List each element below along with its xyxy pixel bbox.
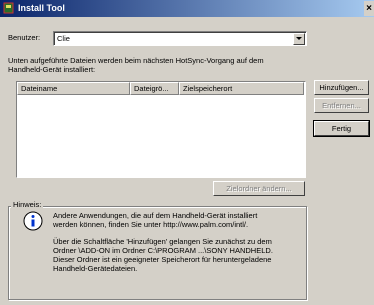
info-icon — [23, 211, 43, 231]
hint-p2-line-1: Über die Schaltfläche 'Hinzufügen' gelan… — [53, 237, 272, 246]
column-header-filename[interactable]: Dateiname — [17, 82, 130, 95]
done-button[interactable]: Fertig — [313, 120, 370, 137]
user-combobox[interactable]: Clie — [53, 31, 307, 46]
instruction-line-2: Handheld-Gerät installiert: — [8, 65, 96, 74]
add-button-label: Hinzufügen... — [319, 83, 364, 92]
column-header-target[interactable]: Zielspeicherort — [179, 82, 304, 95]
remove-button[interactable]: Entfernen... — [314, 98, 369, 113]
user-value: Clie — [57, 34, 70, 43]
column-header-filesize[interactable]: Dateigrö... — [130, 82, 179, 95]
user-label: Benutzer: — [8, 33, 41, 42]
done-button-label: Fertig — [331, 124, 352, 133]
remove-button-label: Entfernen... — [322, 101, 361, 110]
window-title: Install Tool — [18, 3, 65, 13]
title-bar[interactable]: Install Tool × — [0, 0, 374, 17]
change-target-button[interactable]: Zielordner ändern... — [213, 181, 305, 196]
dropdown-button[interactable] — [293, 33, 305, 45]
close-button[interactable]: × — [364, 1, 374, 16]
hint-p1-line-2: werden können, finden Sie unter http://w… — [53, 220, 249, 229]
change-target-label: Zielordner ändern... — [226, 184, 292, 193]
instruction-line-1: Unten aufgeführte Dateien werden beim nä… — [8, 56, 264, 65]
hint-title: Hinweis: — [11, 200, 44, 209]
palm-app-icon — [3, 2, 14, 14]
add-button[interactable]: Hinzufügen... — [314, 80, 369, 95]
hint-p2-line-3: Dieser Ordner ist ein geeigneter Speiche… — [53, 255, 272, 264]
hint-p2-line-2: Ordner \ADD-ON im Ordner C:\PROGRAM ...\… — [53, 246, 273, 255]
file-list[interactable]: Dateiname Dateigrö... Zielspeicherort — [16, 81, 306, 178]
hint-p2-line-4: Handheld-Gerätedateien. — [53, 264, 138, 273]
hint-p1-line-1: Andere Anwendungen, die auf dem Handheld… — [53, 211, 258, 220]
chevron-down-icon — [296, 37, 302, 40]
